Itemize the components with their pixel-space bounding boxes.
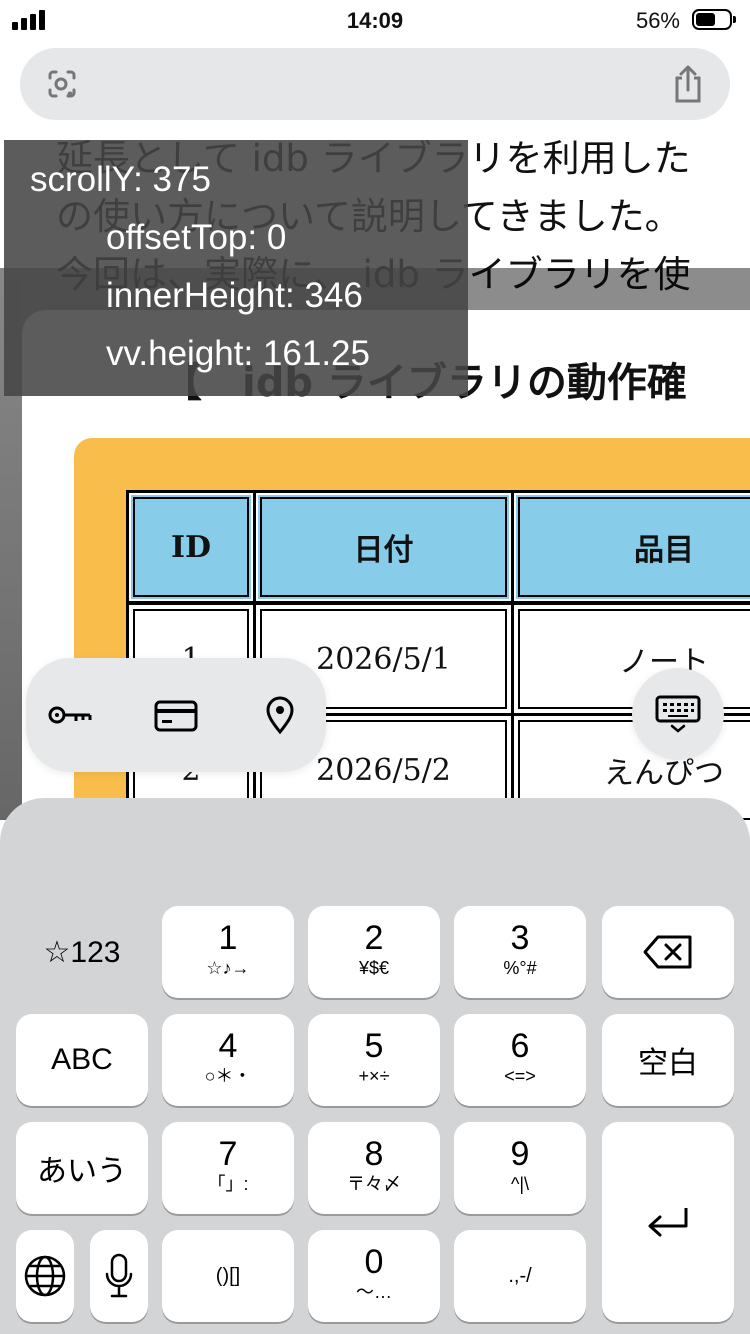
key-0[interactable]: 0 〜…: [308, 1230, 440, 1322]
key-symbols: 〒々〆: [347, 1174, 401, 1194]
key-label: あいう: [37, 1155, 127, 1188]
battery-icon: [692, 9, 736, 30]
share-icon[interactable]: [670, 64, 706, 104]
key-symbols: ^|\: [510, 1174, 530, 1194]
key-symbols: ○＊・: [204, 1066, 252, 1086]
key-symbols: %°#: [503, 958, 537, 978]
key-number: 5: [364, 1027, 384, 1065]
battery-percent: 56%: [635, 8, 680, 33]
globe-key[interactable]: [16, 1230, 74, 1322]
key-9[interactable]: 9 ^|\: [454, 1122, 586, 1214]
key-3[interactable]: 3 %°#: [454, 906, 586, 998]
key-4[interactable]: 4 ○＊・: [162, 1014, 294, 1106]
globe-icon: [24, 1255, 66, 1297]
punctuation-key[interactable]: .,-/: [454, 1230, 586, 1322]
key-symbols: 「」:: [207, 1174, 249, 1194]
key-icon[interactable]: [46, 696, 94, 734]
key-number: 6: [510, 1027, 530, 1065]
key-label: .,-/: [508, 1264, 532, 1287]
debug-vv-height: vv.height: 161.25: [106, 334, 370, 373]
key-2[interactable]: 2 ¥$€: [308, 906, 440, 998]
symbols-mode-key[interactable]: ☆123: [16, 906, 148, 998]
key-number: 7: [218, 1135, 238, 1173]
kana-mode-key[interactable]: あいう: [16, 1122, 148, 1214]
key-number: 1: [218, 919, 238, 957]
key-6[interactable]: 6 <=>: [454, 1014, 586, 1106]
debug-inner-height: innerHeight: 346: [106, 276, 363, 315]
key-number: 2: [364, 919, 384, 957]
key-symbols: ☆♪→: [206, 958, 250, 978]
hide-keyboard-button[interactable]: [632, 668, 724, 760]
brackets-key[interactable]: ()[]: [162, 1230, 294, 1322]
return-icon: [648, 1208, 688, 1237]
visual-lookup-icon[interactable]: [44, 66, 80, 102]
debug-overlay: scrollY: 375 offsetTop: 0 innerHeight: 3…: [4, 140, 468, 396]
key-number: 0: [364, 1243, 384, 1281]
table-header-row: ID 日付 品目: [129, 493, 750, 601]
space-key[interactable]: 空白: [602, 1014, 734, 1106]
return-key[interactable]: [602, 1122, 734, 1322]
key-number: 8: [364, 1135, 384, 1173]
key-number: 3: [510, 919, 530, 957]
abc-mode-key[interactable]: ABC: [16, 1014, 148, 1106]
keyboard-down-icon: [655, 695, 701, 733]
key-symbols: <=>: [504, 1066, 536, 1086]
software-keyboard: ☆123 1 ☆♪→ 2 ¥$€ 3 %°# ABC 4 ○＊・ 5 +×÷ 6…: [0, 798, 750, 1334]
table-header-cell: 品目: [514, 493, 750, 601]
key-number: 9: [510, 1135, 530, 1173]
address-bar[interactable]: [20, 48, 730, 120]
key-label: ()[]: [215, 1264, 241, 1287]
key-5[interactable]: 5 +×÷: [308, 1014, 440, 1106]
location-pin-icon[interactable]: [256, 696, 304, 734]
key-7[interactable]: 7 「」:: [162, 1122, 294, 1214]
key-8[interactable]: 8 〒々〆: [308, 1122, 440, 1214]
key-symbols: 〜…: [356, 1282, 392, 1302]
backspace-icon: [643, 935, 692, 969]
status-bar: 14:09 56%: [0, 0, 750, 44]
table-header-cell: ID: [129, 493, 253, 601]
credit-card-icon[interactable]: [152, 696, 200, 734]
key-label: ☆123: [43, 935, 121, 969]
microphone-icon: [105, 1253, 133, 1298]
key-label: ABC: [51, 1043, 113, 1076]
autofill-bar: [26, 658, 326, 772]
key-label: 空白: [638, 1047, 698, 1080]
key-symbols: ¥$€: [358, 958, 390, 978]
key-1[interactable]: 1 ☆♪→: [162, 906, 294, 998]
debug-offset-top: offsetTop: 0: [106, 218, 287, 257]
delete-key[interactable]: [602, 906, 734, 998]
table-header-cell: 日付: [256, 493, 511, 601]
key-number: 4: [218, 1027, 238, 1065]
dictation-key[interactable]: [90, 1230, 148, 1322]
debug-scroll-y: scrollY: 375: [30, 160, 211, 199]
key-symbols: +×÷: [358, 1066, 390, 1086]
